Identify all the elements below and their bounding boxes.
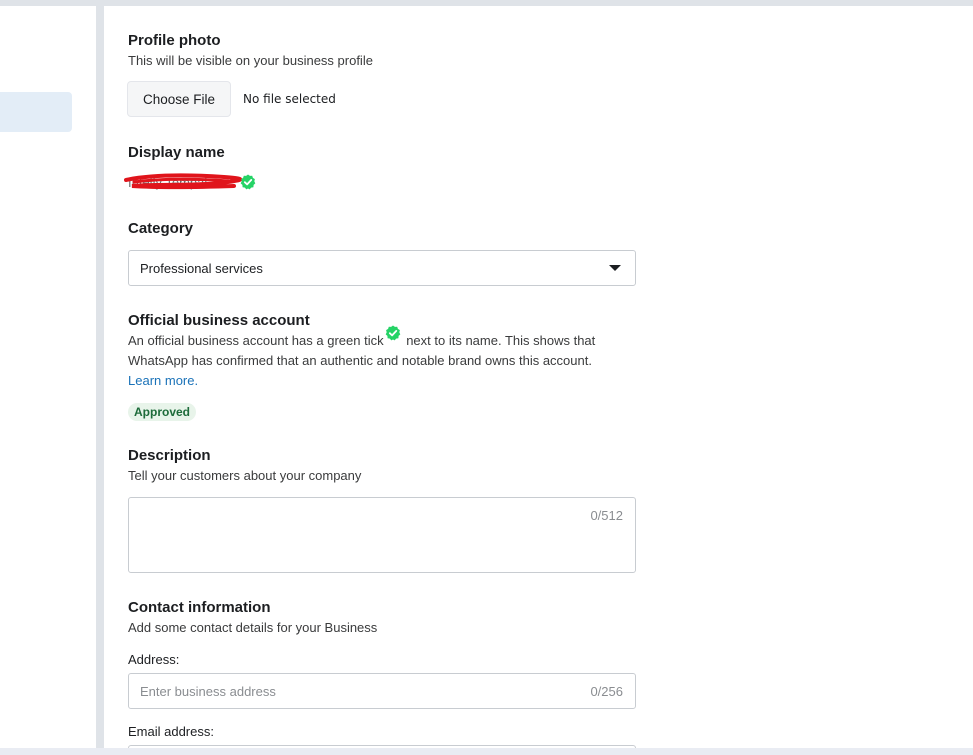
profile-photo-subtitle: This will be visible on your business pr… <box>128 53 373 68</box>
profile-photo-title: Profile photo <box>128 32 221 49</box>
email-label: Email address: <box>128 724 214 739</box>
contact-info-title: Contact information <box>128 599 271 616</box>
bottom-bar <box>0 748 973 755</box>
verified-check-icon <box>385 325 400 341</box>
choose-file-button[interactable]: Choose File <box>127 81 231 117</box>
category-select[interactable]: Professional services <box>128 250 636 286</box>
official-account-text-1: An official business account has a green… <box>128 333 384 348</box>
official-account-description: An official business account has a green… <box>128 325 648 391</box>
category-selected-value: Professional services <box>140 261 263 276</box>
address-char-counter: 0/256 <box>590 684 623 699</box>
description-textarea[interactable]: 0/512 <box>128 497 636 573</box>
description-subtitle: Tell your customers about your company <box>128 468 362 483</box>
description-title: Description <box>128 447 211 464</box>
file-status-text: No file selected <box>243 92 336 106</box>
caret-down-icon <box>609 265 621 271</box>
official-account-title: Official business account <box>128 312 310 329</box>
category-title: Category <box>128 220 194 237</box>
address-label: Address: <box>128 652 180 667</box>
display-name-value-row: Intelly Tempal <box>124 172 264 194</box>
verified-check-icon <box>240 174 256 190</box>
top-bar <box>0 0 973 6</box>
contact-info-subtitle: Add some contact details for your Busine… <box>128 620 378 635</box>
approved-status-badge: Approved <box>128 403 197 421</box>
address-input[interactable]: Enter business address 0/256 <box>128 673 636 709</box>
display-name-title: Display name <box>128 144 225 161</box>
sidebar-item-active[interactable] <box>0 92 72 132</box>
sidebar-divider <box>96 6 104 748</box>
learn-more-link[interactable]: Learn more. <box>128 373 198 388</box>
address-placeholder: Enter business address <box>140 684 276 699</box>
description-char-counter: 0/512 <box>590 508 623 523</box>
